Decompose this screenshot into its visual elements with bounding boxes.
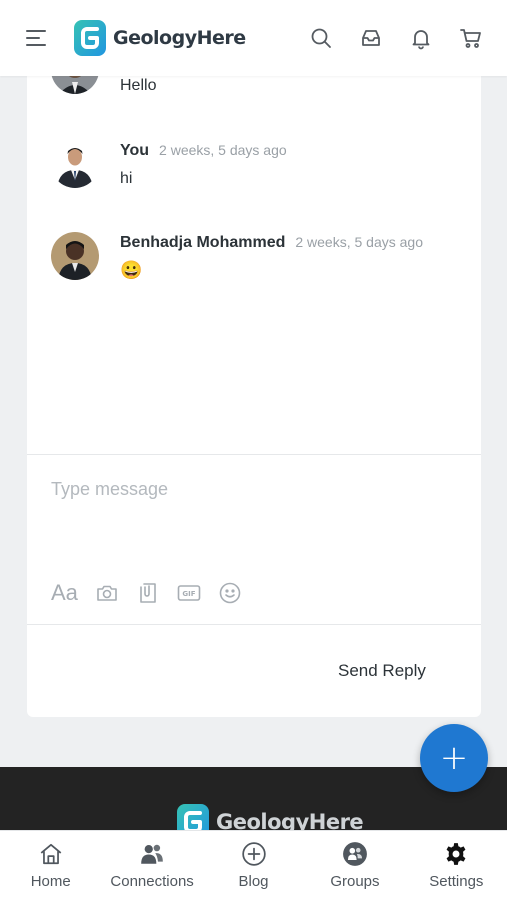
- divider: [27, 454, 481, 455]
- text-format-button[interactable]: Aa: [51, 580, 78, 606]
- attachment-icon[interactable]: [136, 581, 160, 605]
- message-thread-card: Hello You 2 weeks, 5 days ago hi Benhadj…: [27, 46, 481, 717]
- groups-icon: [343, 842, 367, 866]
- bottom-nav: Home Connections Blog Groups Settings: [0, 830, 507, 900]
- divider: [27, 624, 481, 625]
- nav-label: Blog: [238, 873, 269, 890]
- message-input[interactable]: Type message: [51, 479, 451, 500]
- connections-icon: [141, 844, 163, 864]
- plus-circle-icon: [241, 842, 266, 866]
- message-text: hi: [120, 170, 133, 187]
- nav-item-connections[interactable]: Connections: [101, 831, 202, 900]
- cart-icon[interactable]: [459, 26, 483, 50]
- nav-item-settings[interactable]: Settings: [406, 831, 507, 900]
- nav-label: Groups: [330, 873, 380, 890]
- inbox-icon[interactable]: [359, 26, 383, 50]
- emoji-icon[interactable]: [218, 581, 242, 605]
- message-emoji: 😀: [120, 260, 143, 280]
- gif-icon[interactable]: GIF: [177, 581, 201, 605]
- brand-logo[interactable]: GeologyHere: [73, 19, 246, 57]
- top-header: GeologyHere: [0, 0, 507, 76]
- message-author[interactable]: You: [120, 142, 149, 160]
- home-icon: [40, 843, 62, 865]
- nav-label: Home: [30, 873, 71, 890]
- logo-mark-icon: [74, 20, 106, 56]
- camera-icon[interactable]: [95, 581, 119, 605]
- search-icon[interactable]: [309, 26, 333, 50]
- composer-toolbar: Aa GIF: [51, 580, 242, 606]
- add-button[interactable]: +: [420, 724, 488, 792]
- message-author[interactable]: Benhadja Mohammed: [120, 234, 285, 252]
- brand-name: GeologyHere: [113, 27, 246, 49]
- nav-label: Connections: [110, 873, 194, 890]
- send-reply-button[interactable]: Send Reply: [338, 661, 426, 681]
- svg-text:GIF: GIF: [182, 590, 195, 598]
- avatar[interactable]: [51, 232, 99, 280]
- message-text: Hello: [120, 77, 157, 94]
- nav-item-groups[interactable]: Groups: [304, 831, 405, 900]
- message-timestamp: 2 weeks, 5 days ago: [159, 142, 287, 158]
- menu-icon[interactable]: [26, 27, 52, 49]
- nav-item-home[interactable]: Home: [0, 831, 101, 900]
- nav-item-blog[interactable]: Blog: [203, 831, 304, 900]
- avatar[interactable]: [51, 140, 99, 188]
- message-timestamp: 2 weeks, 5 days ago: [295, 234, 423, 250]
- bell-icon[interactable]: [409, 26, 433, 50]
- gear-icon: [446, 843, 466, 865]
- nav-label: Settings: [429, 873, 484, 890]
